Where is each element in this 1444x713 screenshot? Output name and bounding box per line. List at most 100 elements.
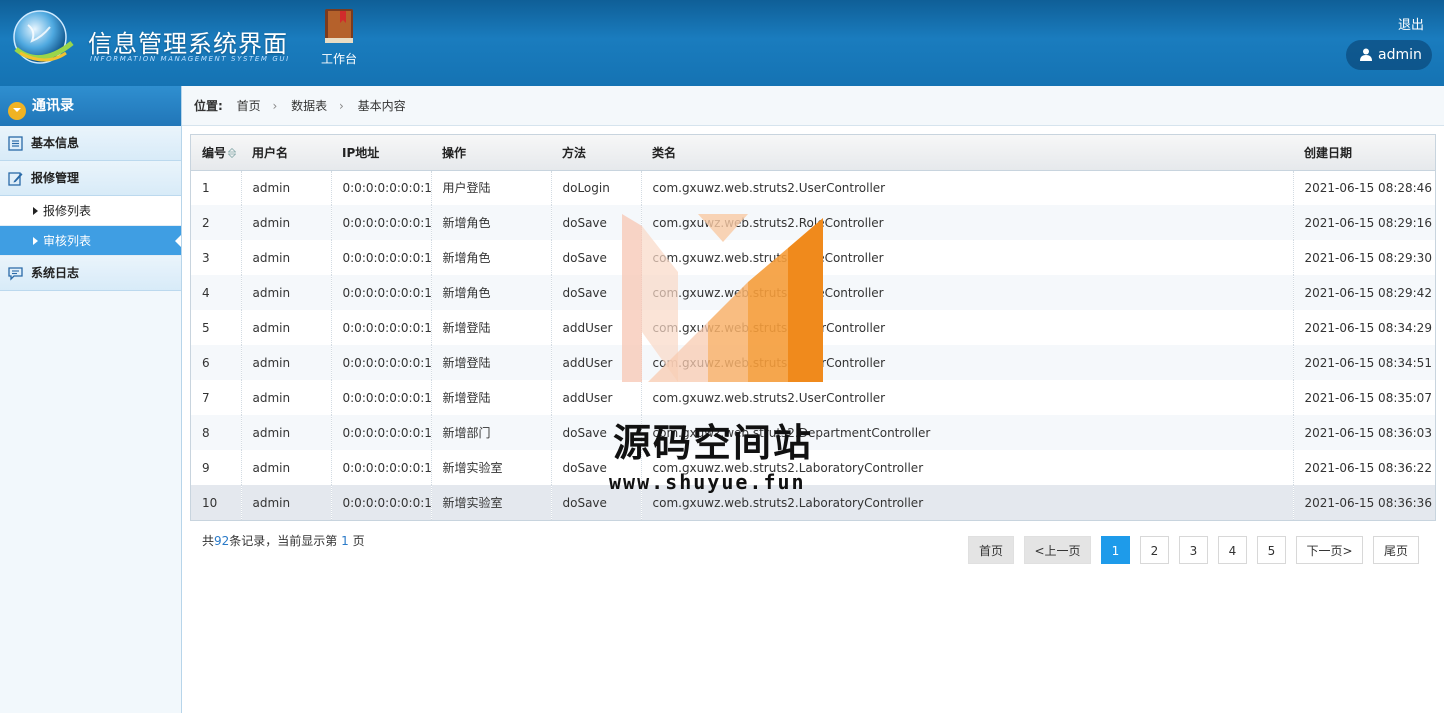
page-number-1[interactable]: 1 (1101, 536, 1130, 564)
cell-classname: com.gxuwz.web.struts2.UserController (652, 390, 886, 405)
breadcrumb-basic-content[interactable]: 基本内容 (358, 99, 406, 113)
page-number-3[interactable]: 3 (1179, 536, 1208, 564)
page-last-button[interactable]: 尾页 (1373, 536, 1419, 564)
sidebar-item-basic-info[interactable]: 基本信息 (0, 126, 181, 161)
user-badge[interactable]: admin (1346, 40, 1432, 70)
cell-id: 2 (191, 205, 242, 240)
cell-created: 2021-06-15 08:34:29 (1292, 310, 1435, 345)
cell-method: doSave (551, 205, 642, 240)
breadcrumb-label: 位置: (194, 99, 223, 113)
logout-link[interactable]: 退出 (1398, 14, 1424, 33)
page-number-5[interactable]: 5 (1257, 536, 1286, 564)
cell-classname: com.gxuwz.web.struts2.UserController (652, 180, 886, 195)
table-row[interactable]: 7 admin 0:0:0:0:0:0:0:1 新增登陆 addUser com.gxuw… (191, 380, 1435, 415)
cell-created: 2021-06-15 08:29:30 (1292, 240, 1435, 275)
column-header-username[interactable]: 用户名 (241, 135, 331, 171)
cell-classname: com.gxuwz.web.struts2.UserController (652, 355, 886, 370)
table-row[interactable]: 10 admin 0:0:0:0:0:0:0:1 新增实验室 doSave com.gxu… (191, 485, 1435, 520)
breadcrumb: 位置: 首页 › 数据表 › 基本内容 (182, 86, 1444, 126)
sidebar-section-label: 通讯录 (32, 98, 74, 114)
username: admin (1378, 47, 1422, 63)
sidebar-subitem-review-list[interactable]: 审核列表 (0, 226, 181, 256)
workbench-button[interactable]: 工作台 (316, 8, 362, 67)
cell-method: addUser (551, 380, 642, 415)
cell-username: admin (241, 450, 332, 485)
page-number-4[interactable]: 4 (1218, 536, 1247, 564)
page-number-2[interactable]: 2 (1140, 536, 1169, 564)
cell-created: 2021-06-15 08:29:42 (1292, 275, 1435, 310)
cell-ip: 0:0:0:0:0:0:0:1 (331, 450, 432, 485)
cell-username: admin (241, 310, 332, 345)
sort-icon (227, 147, 237, 158)
cell-created: 2021-06-15 08:35:07 (1292, 380, 1435, 415)
column-header-classname[interactable]: 类名 (641, 135, 1293, 171)
table-row[interactable]: 2 admin 0:0:0:0:0:0:0:1 新增角色 doSave com.gxuwz… (191, 205, 1435, 240)
book-icon (325, 9, 353, 43)
sidebar-subitem-label: 报修列表 (43, 204, 92, 218)
cell-username: admin (241, 485, 332, 520)
cell-id: 10 (191, 485, 242, 520)
cell-username: admin (241, 345, 332, 380)
cell-username: admin (241, 205, 332, 240)
cell-ip: 0:0:0:0:0:0:0:1 (331, 415, 432, 450)
cell-id: 4 (191, 275, 242, 310)
breadcrumb-datatable[interactable]: 数据表 (291, 99, 327, 113)
sidebar-item-label: 系统日志 (31, 266, 80, 280)
cell-id: 3 (191, 240, 242, 275)
column-header-operation[interactable]: 操作 (431, 135, 551, 171)
cell-classname: com.gxuwz.web.struts2.RoleController (652, 250, 884, 265)
cell-created: 2021-06-15 08:36:03 (1292, 415, 1435, 450)
chevron-down-icon (8, 102, 26, 120)
table-row[interactable]: 6 admin 0:0:0:0:0:0:0:1 新增登陆 addUser com.gxuw… (191, 345, 1435, 380)
caret-right-icon (33, 237, 38, 245)
breadcrumb-home[interactable]: 首页 (237, 99, 261, 113)
column-header-ip[interactable]: IP地址 (331, 135, 431, 171)
edit-icon (8, 172, 23, 186)
sidebar-subitem-repair-list[interactable]: 报修列表 (0, 196, 181, 226)
cell-username: admin (241, 415, 332, 450)
page-first-button[interactable]: 首页 (968, 536, 1014, 564)
sidebar-item-repair-management[interactable]: 报修管理 (0, 161, 181, 196)
cell-operation: 新增角色 (431, 275, 552, 310)
cell-operation: 新增角色 (431, 240, 552, 275)
sidebar-item-label: 基本信息 (31, 136, 80, 150)
cell-operation: 新增登陆 (431, 345, 552, 380)
column-header-created[interactable]: 创建日期 (1293, 135, 1435, 171)
workbench-label: 工作台 (320, 52, 357, 66)
cell-username: admin (241, 275, 332, 310)
globe-logo-icon (13, 10, 74, 64)
table-row[interactable]: 4 admin 0:0:0:0:0:0:0:1 新增角色 doSave com.gxuwz… (191, 275, 1435, 310)
table-row[interactable]: 5 admin 0:0:0:0:0:0:0:1 新增登陆 addUser com.gxuw… (191, 310, 1435, 345)
page-prev-button[interactable]: <上一页 (1024, 536, 1091, 564)
cell-method: doSave (551, 275, 642, 310)
cell-ip: 0:0:0:0:0:0:0:1 (331, 380, 432, 415)
sidebar: 通讯录 基本信息 报修管理 报修列表 审核列表 系统日志 (0, 86, 182, 713)
app-title: 信息管理系统界面 (88, 30, 288, 58)
table-row[interactable]: 3 admin 0:0:0:0:0:0:0:1 新增角色 doSave com.gxuwz… (191, 240, 1435, 275)
cell-operation: 新增部门 (431, 415, 552, 450)
cell-operation: 新增实验室 (431, 485, 552, 520)
cell-operation: 新增登陆 (431, 380, 552, 415)
message-icon (8, 267, 23, 281)
table-row[interactable]: 1 admin 0:0:0:0:0:0:0:1 用户登陆 doLogin com.gxuw… (191, 170, 1435, 205)
watermark-text: 源码空间站 (613, 421, 814, 465)
cell-username: admin (241, 170, 332, 205)
cell-ip: 0:0:0:0:0:0:0:1 (331, 205, 432, 240)
cell-classname: com.gxuwz.web.struts2.RoleController (652, 285, 884, 300)
cell-id: 1 (191, 170, 242, 205)
column-header-id[interactable]: 编号 (191, 135, 241, 171)
app-subtitle: INFORMATION MANAGEMENT SYSTEM GUI (90, 55, 290, 63)
sidebar-item-system-log[interactable]: 系统日志 (0, 256, 181, 291)
cell-operation: 新增实验室 (431, 450, 552, 485)
cell-id: 6 (191, 345, 242, 380)
cell-ip: 0:0:0:0:0:0:0:1 (331, 170, 432, 205)
cell-id: 5 (191, 310, 242, 345)
page-next-button[interactable]: 下一页> (1296, 536, 1363, 564)
sidebar-section-title[interactable]: 通讯录 (0, 86, 181, 126)
records-current-page: 1 (341, 534, 349, 548)
breadcrumb-separator: › (338, 99, 344, 113)
caret-right-icon (33, 207, 38, 215)
column-header-method[interactable]: 方法 (551, 135, 641, 171)
sidebar-item-label: 报修管理 (31, 171, 80, 185)
cell-id: 8 (191, 415, 242, 450)
